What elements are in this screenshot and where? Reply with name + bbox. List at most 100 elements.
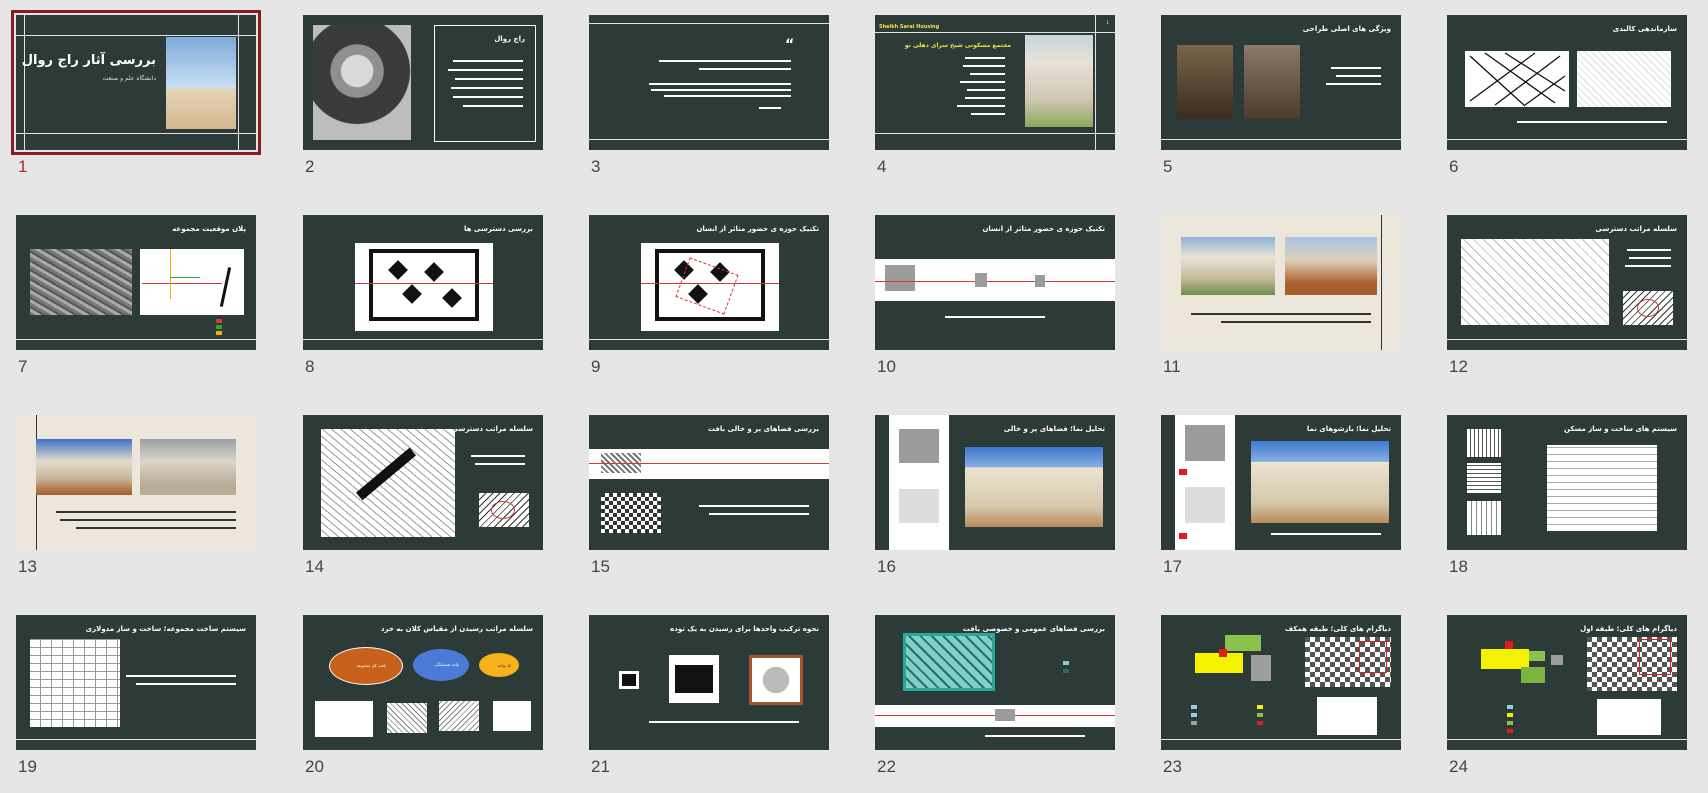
unit-mass-1 (619, 671, 639, 689)
slide-number: 21 (591, 757, 610, 776)
slide-title: مجتمع مسکونی شیخ سرای دهلی نو (904, 42, 1011, 49)
slide-preview[interactable]: سازماندهی کالبدی (1447, 15, 1687, 150)
slide-number: 4 (877, 157, 887, 176)
scale-drawing-4 (493, 701, 531, 731)
street-photo (1177, 45, 1233, 119)
slide-preview[interactable]: سیستم ساخت مجموعه؛ ساخت و ساز مدولاری (16, 615, 256, 750)
slide-number: 14 (305, 557, 324, 576)
slide-preview[interactable]: “ (589, 15, 829, 150)
building-photo (1025, 35, 1093, 127)
site-plan (140, 249, 244, 315)
slide-preview[interactable]: تکنیک حوزه ی حضور متاثر از انسان (875, 215, 1115, 350)
section-strip (589, 449, 829, 479)
slide-title: تحلیل نما؛ فضاهای پر و خالی (1003, 425, 1105, 433)
slide-number: 1 (18, 157, 28, 176)
slide-preview[interactable]: نحوه ترکیب واحدها برای رسیدن به یک توده (589, 615, 829, 750)
slide-number: 8 (305, 357, 315, 376)
slide-title: تکنیک حوزه ی حضور متاثر از انسان (696, 225, 819, 233)
hierarchy-detail (1623, 291, 1673, 325)
slide-preview[interactable]: دیاگرام های کلی؛ طبقه همکف (1161, 615, 1401, 750)
slide-title: سیستم های ساخت و ساز مسکن (1564, 425, 1677, 433)
slide-preview[interactable] (1161, 215, 1401, 350)
public-private-plan (903, 633, 995, 691)
slide-title: سیستم ساخت مجموعه؛ ساخت و ساز مدولاری (85, 625, 246, 633)
slide-preview[interactable]: سیستم های ساخت و ساز مسکن (1447, 415, 1687, 550)
diagonal-grid-drawing (1469, 52, 1566, 107)
page-number: 1 (1106, 20, 1109, 25)
slide-preview[interactable]: بررسی آثار راج روال دانشگاه علم و صنعت (11, 10, 261, 155)
slide-preview[interactable]: ویژگی های اصلی طراحی (1161, 15, 1401, 150)
slide-preview[interactable]: بررسی فضاهای پر و خالی بافت (589, 415, 829, 550)
courtyard-photo (1244, 45, 1300, 119)
slide-preview[interactable]: بررسی دسترسی ها (303, 215, 543, 350)
slide-title: دیاگرام های کلی؛ طبقه همکف (1285, 625, 1391, 633)
building-photo (166, 37, 236, 129)
slide-title: دیاگرام های کلی؛ طبقه اول (1580, 625, 1677, 633)
scale-drawing-1 (315, 701, 373, 737)
slide-preview[interactable]: سلسله مراتب دسترسی (303, 415, 543, 550)
unit-mass-2 (669, 655, 719, 703)
slide-title: بررسی آثار راج روال (21, 53, 156, 68)
slide-number: 10 (877, 357, 896, 376)
module-small-1 (1467, 429, 1501, 457)
ground-floor-diagram (1195, 635, 1279, 685)
slide-title: پلان موقعیت مجموعه (172, 225, 246, 233)
slide-preview[interactable]: تکنیک حوزه ی حضور متاثر از انسان (589, 215, 829, 350)
slide-title: سلسله مراتب دسترسی (451, 425, 533, 433)
slide-number: 17 (1163, 557, 1182, 576)
building-photo-right (1285, 237, 1377, 295)
slide-title: سلسله مراتب دسترسی (1595, 225, 1677, 233)
building-photo-right (140, 439, 236, 495)
scale-drawing-2 (387, 703, 427, 733)
slide-preview[interactable]: تحلیل نما؛ بازشوهای نما (1161, 415, 1401, 550)
slide-preview[interactable]: سلسله مراتب دسترسی (1447, 215, 1687, 350)
section-strip (875, 705, 1115, 727)
scale-ellipse-small: تک واحد (479, 653, 519, 677)
hierarchy-plan (321, 429, 455, 537)
slide-preview[interactable] (16, 415, 256, 550)
axonometric-drawing (1317, 697, 1377, 735)
slide-number: 5 (1163, 157, 1173, 176)
slide-title: بررسی دسترسی ها (464, 225, 533, 233)
slide-preview[interactable]: Sheikh Sarai Housing 1 مجتمع مسکونی شیخ … (875, 15, 1115, 150)
slide-number: 16 (877, 557, 896, 576)
slide-subtitle: دانشگاه علم و صنعت (102, 75, 156, 82)
slide-number: 6 (1449, 157, 1459, 176)
slide-number: 18 (1449, 557, 1468, 576)
facade-diagram (889, 415, 949, 550)
slide-preview[interactable]: بررسی فضاهای عمومی و خصوصی بافت (875, 615, 1115, 750)
slide-title: سازماندهی کالبدی (1612, 25, 1677, 33)
scale-ellipse-medium: واحد همسایگی (413, 649, 469, 681)
facade-photo (1251, 441, 1389, 523)
slide-preview[interactable]: تحلیل نما؛ فضاهای پر و خالی (875, 415, 1115, 550)
aerial-photo (30, 249, 132, 315)
hierarchy-plan (1461, 239, 1609, 325)
slide-number: 11 (1163, 357, 1181, 376)
facade-photo (965, 447, 1103, 527)
scale-ellipse-large: بافت کل مجموعه (329, 647, 403, 685)
slide-preview[interactable]: پلان موقعیت مجموعه (16, 215, 256, 350)
slide-title: ویژگی های اصلی طراحی (1302, 25, 1391, 33)
slide-number: 23 (1163, 757, 1182, 776)
slide-number: 24 (1449, 757, 1468, 776)
slide-preview[interactable]: راج روال (303, 15, 543, 150)
slide-preview[interactable]: سلسله مراتب رسیدن از مقیاس کلان به خرد ب… (303, 615, 543, 750)
slide-title: بررسی فضاهای عمومی و خصوصی بافت (962, 625, 1105, 633)
ground-floor-plan (1305, 637, 1391, 687)
slide-number: 7 (18, 357, 28, 376)
slide-title: نحوه ترکیب واحدها برای رسیدن به یک توده (670, 625, 819, 633)
slide-preview[interactable]: دیاگرام های کلی؛ طبقه اول (1447, 615, 1687, 750)
presence-plan (641, 243, 779, 331)
first-floor-diagram (1481, 637, 1565, 689)
plan-thumbnail (601, 493, 661, 533)
unit-mass-3 (749, 655, 803, 705)
slide-title: بررسی فضاهای پر و خالی بافت (707, 425, 819, 433)
scale-drawing-3 (439, 701, 479, 731)
access-plan (355, 243, 493, 331)
grid-diagram (1465, 51, 1569, 107)
slide-number: 3 (591, 157, 601, 176)
slide-number: 20 (305, 757, 324, 776)
building-photo-left (36, 439, 132, 495)
slide-header: Sheikh Sarai Housing (879, 24, 940, 30)
slide-number: 2 (305, 157, 315, 176)
